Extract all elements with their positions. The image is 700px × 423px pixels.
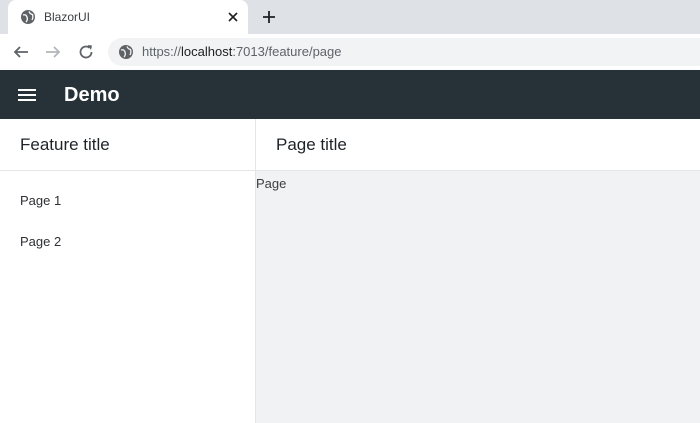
sidebar-item-page-2[interactable]: Page 2 xyxy=(20,234,61,249)
feature-title: Feature title xyxy=(20,134,110,154)
page-title: Page title xyxy=(276,134,347,154)
app-bar: Demo xyxy=(0,70,700,119)
globe-icon xyxy=(20,9,36,25)
app-title: Demo xyxy=(64,84,120,106)
browser-tab[interactable]: BlazorUI xyxy=(8,0,248,34)
sidebar: Feature title Page 1 Page 2 xyxy=(0,119,256,423)
page-body-text: Page xyxy=(256,176,287,191)
reload-icon[interactable] xyxy=(75,41,97,63)
forward-arrow-icon[interactable] xyxy=(42,41,64,63)
browser-toolbar: https://localhost:7013/feature/page xyxy=(0,34,700,70)
address-bar[interactable]: https://localhost:7013/feature/page xyxy=(108,38,700,66)
sidebar-header: Feature title xyxy=(0,119,255,171)
tab-title: BlazorUI xyxy=(44,10,91,24)
main-content: Page title Page xyxy=(256,119,700,423)
url-host: localhost xyxy=(181,44,233,59)
url-scheme: https:// xyxy=(142,44,182,59)
new-tab-icon[interactable] xyxy=(258,8,280,26)
browser-tabstrip: BlazorUI xyxy=(0,0,700,34)
close-icon[interactable] xyxy=(224,8,242,26)
hamburger-menu-icon[interactable] xyxy=(18,84,40,106)
back-arrow-icon[interactable] xyxy=(10,41,32,63)
url-path: :7013/feature/page xyxy=(232,44,342,59)
sidebar-item-page-1[interactable]: Page 1 xyxy=(20,193,61,208)
page-header: Page title xyxy=(256,119,700,171)
url-text: https://localhost:7013/feature/page xyxy=(142,45,342,59)
globe-icon xyxy=(118,44,134,60)
